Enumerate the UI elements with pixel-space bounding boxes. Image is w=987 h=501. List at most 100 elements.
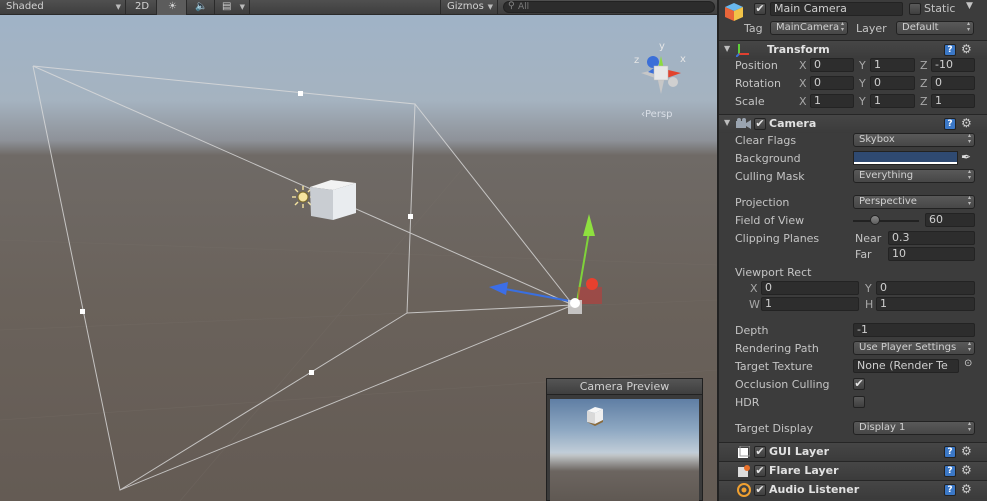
help-icon[interactable]: ? xyxy=(944,446,956,458)
gear-icon[interactable]: ⚙ xyxy=(961,116,972,130)
far-field[interactable]: 10 xyxy=(888,247,975,261)
audio-toggle-button[interactable]: 🔈 xyxy=(187,0,215,15)
orientation-gizmo[interactable] xyxy=(641,56,681,94)
viewport-y-field[interactable]: 0 xyxy=(876,281,975,295)
rendering-path-dropdown[interactable]: Use Player Settings xyxy=(853,341,975,355)
active-checkbox[interactable]: ✔ xyxy=(754,3,766,15)
foldout-arrow-icon[interactable]: ▼ xyxy=(724,44,730,53)
fov-field[interactable]: 60 xyxy=(925,213,975,227)
scale-z-field[interactable]: 1 xyxy=(931,94,975,108)
search-icon: ⚲ xyxy=(508,1,515,11)
culling-mask-dropdown[interactable]: Everything xyxy=(853,169,975,183)
static-dropdown-arrow-icon[interactable]: ▼ xyxy=(966,1,973,11)
camera-header[interactable]: ▼ ✔ Camera ? ⚙ xyxy=(719,114,987,133)
gear-icon[interactable]: ⚙ xyxy=(961,42,972,56)
viewport-x-field[interactable]: 0 xyxy=(761,281,859,295)
background-color-swatch[interactable] xyxy=(853,151,958,165)
fov-slider-track[interactable] xyxy=(853,220,919,222)
fov-slider-thumb[interactable] xyxy=(869,215,880,225)
audio-listener-title: Audio Listener xyxy=(769,483,860,496)
audio-listener-header[interactable]: ✔ Audio Listener ? ⚙ xyxy=(719,480,987,499)
depth-label: Depth xyxy=(735,324,769,337)
frustum-handles[interactable] xyxy=(80,91,413,375)
checkmark-icon: ✔ xyxy=(755,117,765,130)
gui-layer-checkbox[interactable]: ✔ xyxy=(754,446,766,458)
axis-x-label: X xyxy=(799,77,807,90)
help-icon[interactable]: ? xyxy=(944,465,956,477)
scale-y-field[interactable]: 1 xyxy=(870,94,915,108)
transform-header[interactable]: ▼ Transform ? ⚙ xyxy=(719,40,987,59)
checkmark-icon: ✔ xyxy=(755,464,765,477)
projection-value: Perspective xyxy=(859,196,917,207)
scene-search-input[interactable]: ⚲ All xyxy=(503,1,715,13)
perspective-label[interactable]: ‹Persp xyxy=(641,109,673,120)
shading-mode-dropdown[interactable]: Shaded ▼ xyxy=(0,0,126,15)
position-y-field[interactable]: 1 xyxy=(870,58,915,72)
dropdown-arrow-icon: ▼ xyxy=(239,3,245,11)
rotation-y-field[interactable]: 0 xyxy=(870,76,915,90)
foldout-arrow-icon[interactable]: ▼ xyxy=(724,118,730,127)
gizmos-dropdown[interactable]: Gizmos ▼ xyxy=(440,0,498,15)
object-picker-icon[interactable]: ⊙ xyxy=(964,358,972,369)
scene-view[interactable]: Shaded ▼ 2D ☀ 🔈 ▤ ▼ Gizmos ▼ ⚲ All y x z… xyxy=(0,0,717,501)
image-icon: ▤ xyxy=(222,1,232,12)
viewport-h-field[interactable]: 1 xyxy=(876,297,975,311)
target-display-dropdown[interactable]: Display 1 xyxy=(853,421,975,435)
gear-icon[interactable]: ⚙ xyxy=(961,444,972,458)
audio-listener-checkbox[interactable]: ✔ xyxy=(754,484,766,496)
flare-layer-icon xyxy=(738,465,750,477)
clear-flags-label: Clear Flags xyxy=(735,134,797,147)
transform-icon xyxy=(735,43,750,58)
camera-title: Camera xyxy=(769,117,817,130)
gui-layer-header[interactable]: ✔ GUI Layer ? ⚙ xyxy=(719,442,987,461)
gizmo-x-label: x xyxy=(680,54,686,65)
near-field[interactable]: 0.3 xyxy=(888,231,975,245)
object-name-field[interactable]: Main Camera xyxy=(770,2,903,16)
clear-flags-value: Skybox xyxy=(859,134,895,145)
position-z-field[interactable]: -10 xyxy=(931,58,975,72)
cube-object[interactable] xyxy=(310,180,356,220)
gear-icon[interactable]: ⚙ xyxy=(961,482,972,496)
dropdown-arrow-icon: ▼ xyxy=(115,3,121,11)
checkmark-icon: ✔ xyxy=(854,377,864,390)
occlusion-culling-checkbox[interactable]: ✔ xyxy=(853,378,865,390)
help-icon[interactable]: ? xyxy=(944,118,956,130)
gizmo-z-label: z xyxy=(634,55,639,66)
move-gizmo[interactable] xyxy=(489,214,602,314)
tag-dropdown[interactable]: MainCamera xyxy=(770,21,848,35)
2d-toggle-label: 2D xyxy=(135,1,150,12)
camera-preview-panel: Camera Preview xyxy=(546,378,703,501)
eyedropper-icon[interactable]: ✒ xyxy=(961,150,971,164)
viewport-w-field[interactable]: 1 xyxy=(761,297,859,311)
clear-flags-dropdown[interactable]: Skybox xyxy=(853,133,975,147)
static-checkbox[interactable] xyxy=(909,3,921,15)
help-icon[interactable]: ? xyxy=(944,484,956,496)
scale-x-field[interactable]: 1 xyxy=(810,94,854,108)
position-label: Position xyxy=(735,59,778,72)
depth-field[interactable]: -1 xyxy=(853,323,975,337)
target-texture-field[interactable]: None (Render Te xyxy=(853,359,959,373)
fov-label: Field of View xyxy=(735,214,805,227)
checkmark-icon: ✔ xyxy=(755,445,765,458)
2d-toggle-button[interactable]: 2D xyxy=(126,0,157,15)
hdr-label: HDR xyxy=(735,396,760,409)
hdr-checkbox[interactable] xyxy=(853,396,865,408)
help-icon[interactable]: ? xyxy=(944,44,956,56)
flare-layer-checkbox[interactable]: ✔ xyxy=(754,465,766,477)
position-x-field[interactable]: 0 xyxy=(810,58,854,72)
layer-dropdown[interactable]: Default xyxy=(896,21,974,35)
tag-label: Tag xyxy=(744,22,763,35)
lighting-toggle-button[interactable]: ☀ xyxy=(157,0,187,15)
gear-icon[interactable]: ⚙ xyxy=(961,463,972,477)
target-display-label: Target Display xyxy=(735,422,814,435)
axis-y-label: Y xyxy=(859,59,866,72)
rotation-z-field[interactable]: 0 xyxy=(931,76,975,90)
clipping-planes-label: Clipping Planes xyxy=(735,232,820,245)
flare-layer-header[interactable]: ✔ Flare Layer ? ⚙ xyxy=(719,461,987,480)
rotation-x-field[interactable]: 0 xyxy=(810,76,854,90)
axis-x-label: X xyxy=(799,95,807,108)
projection-dropdown[interactable]: Perspective xyxy=(853,195,975,209)
effects-dropdown-button[interactable]: ▤ ▼ xyxy=(215,0,250,15)
target-texture-label: Target Texture xyxy=(735,360,813,373)
camera-enabled-checkbox[interactable]: ✔ xyxy=(754,118,766,130)
